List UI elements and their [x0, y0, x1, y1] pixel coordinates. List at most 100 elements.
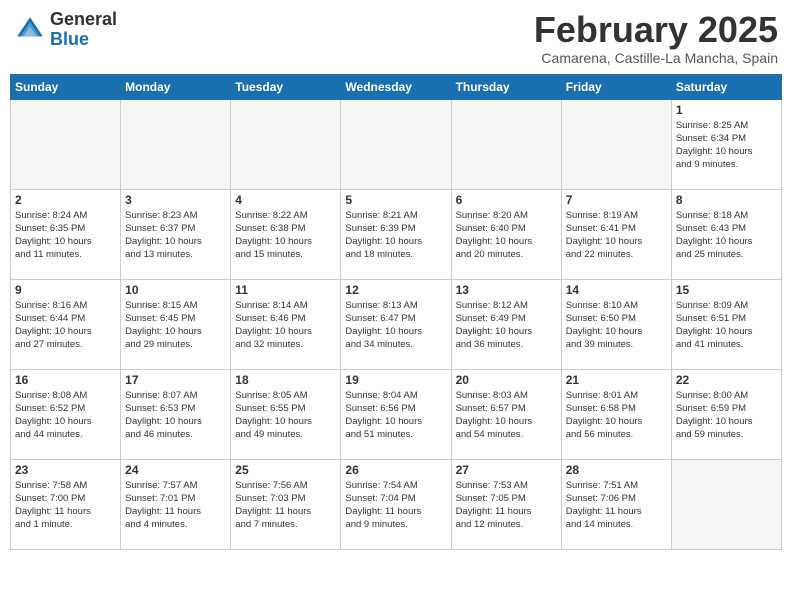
day-number: 4 — [235, 193, 336, 207]
calendar-cell — [671, 459, 781, 549]
calendar-cell: 10 Sunrise: 8:15 AM Sunset: 6:45 PM Dayli… — [121, 279, 231, 369]
logo-icon — [14, 14, 46, 46]
day-info: Sunrise: 7:54 AM Sunset: 7:04 PM Dayligh… — [345, 479, 446, 532]
calendar-cell: 24 Sunrise: 7:57 AM Sunset: 7:01 PM Dayli… — [121, 459, 231, 549]
day-info: Sunrise: 8:24 AM Sunset: 6:35 PM Dayligh… — [15, 209, 116, 262]
day-number: 14 — [566, 283, 667, 297]
day-info: Sunrise: 8:00 AM Sunset: 6:59 PM Dayligh… — [676, 389, 777, 442]
day-number: 24 — [125, 463, 226, 477]
calendar-cell: 4 Sunrise: 8:22 AM Sunset: 6:38 PM Daylig… — [231, 189, 341, 279]
calendar-cell — [451, 99, 561, 189]
calendar-cell — [231, 99, 341, 189]
day-number: 18 — [235, 373, 336, 387]
day-number: 26 — [345, 463, 446, 477]
day-number: 8 — [676, 193, 777, 207]
day-info: Sunrise: 7:57 AM Sunset: 7:01 PM Dayligh… — [125, 479, 226, 532]
day-number: 23 — [15, 463, 116, 477]
day-info: Sunrise: 8:01 AM Sunset: 6:58 PM Dayligh… — [566, 389, 667, 442]
day-info: Sunrise: 7:56 AM Sunset: 7:03 PM Dayligh… — [235, 479, 336, 532]
day-info: Sunrise: 8:20 AM Sunset: 6:40 PM Dayligh… — [456, 209, 557, 262]
calendar-cell: 28 Sunrise: 7:51 AM Sunset: 7:06 PM Dayli… — [561, 459, 671, 549]
calendar-cell: 25 Sunrise: 7:56 AM Sunset: 7:03 PM Dayli… — [231, 459, 341, 549]
day-number: 22 — [676, 373, 777, 387]
day-number: 7 — [566, 193, 667, 207]
day-number: 13 — [456, 283, 557, 297]
calendar-cell: 12 Sunrise: 8:13 AM Sunset: 6:47 PM Dayli… — [341, 279, 451, 369]
day-info: Sunrise: 8:14 AM Sunset: 6:46 PM Dayligh… — [235, 299, 336, 352]
calendar-cell: 14 Sunrise: 8:10 AM Sunset: 6:50 PM Dayli… — [561, 279, 671, 369]
weekday-header-row: SundayMondayTuesdayWednesdayThursdayFrid… — [11, 74, 782, 99]
calendar-cell: 23 Sunrise: 7:58 AM Sunset: 7:00 PM Dayli… — [11, 459, 121, 549]
calendar-cell: 19 Sunrise: 8:04 AM Sunset: 6:56 PM Dayli… — [341, 369, 451, 459]
day-number: 1 — [676, 103, 777, 117]
day-number: 9 — [15, 283, 116, 297]
day-number: 21 — [566, 373, 667, 387]
calendar-cell — [561, 99, 671, 189]
calendar-cell: 5Sunrise: 8:21 AM Sunset: 6:39 PM Daylig… — [341, 189, 451, 279]
calendar-cell — [121, 99, 231, 189]
day-number: 12 — [345, 283, 446, 297]
calendar-cell: 7Sunrise: 8:19 AM Sunset: 6:41 PM Daylig… — [561, 189, 671, 279]
day-number: 16 — [15, 373, 116, 387]
week-row-1: 1 Sunrise: 8:25 AM Sunset: 6:34 PM Daylig… — [11, 99, 782, 189]
calendar-cell: 6 Sunrise: 8:20 AM Sunset: 6:40 PM Daylig… — [451, 189, 561, 279]
day-info: Sunrise: 8:18 AM Sunset: 6:43 PM Dayligh… — [676, 209, 777, 262]
weekday-header-saturday: Saturday — [671, 74, 781, 99]
day-info: Sunrise: 8:23 AM Sunset: 6:37 PM Dayligh… — [125, 209, 226, 262]
day-info: Sunrise: 7:51 AM Sunset: 7:06 PM Dayligh… — [566, 479, 667, 532]
day-number: 19 — [345, 373, 446, 387]
weekday-header-sunday: Sunday — [11, 74, 121, 99]
calendar-cell: 2 Sunrise: 8:24 AM Sunset: 6:35 PM Daylig… — [11, 189, 121, 279]
calendar-cell: 11Sunrise: 8:14 AM Sunset: 6:46 PM Dayli… — [231, 279, 341, 369]
page-header: General Blue February 2025 Camarena, Cas… — [10, 10, 782, 66]
week-row-5: 23 Sunrise: 7:58 AM Sunset: 7:00 PM Dayli… — [11, 459, 782, 549]
day-number: 20 — [456, 373, 557, 387]
logo: General Blue — [14, 10, 117, 50]
calendar-cell: 27Sunrise: 7:53 AM Sunset: 7:05 PM Dayli… — [451, 459, 561, 549]
calendar-cell: 26 Sunrise: 7:54 AM Sunset: 7:04 PM Dayli… — [341, 459, 451, 549]
calendar-cell: 15 Sunrise: 8:09 AM Sunset: 6:51 PM Dayli… — [671, 279, 781, 369]
weekday-header-friday: Friday — [561, 74, 671, 99]
day-info: Sunrise: 8:22 AM Sunset: 6:38 PM Dayligh… — [235, 209, 336, 262]
title-block: February 2025 Camarena, Castille-La Manc… — [534, 10, 778, 66]
calendar-cell: 21 Sunrise: 8:01 AM Sunset: 6:58 PM Dayli… — [561, 369, 671, 459]
week-row-4: 16 Sunrise: 8:08 AM Sunset: 6:52 PM Dayli… — [11, 369, 782, 459]
day-info: Sunrise: 7:58 AM Sunset: 7:00 PM Dayligh… — [15, 479, 116, 532]
day-info: Sunrise: 8:08 AM Sunset: 6:52 PM Dayligh… — [15, 389, 116, 442]
day-info: Sunrise: 8:12 AM Sunset: 6:49 PM Dayligh… — [456, 299, 557, 352]
calendar-cell: 1 Sunrise: 8:25 AM Sunset: 6:34 PM Daylig… — [671, 99, 781, 189]
day-info: Sunrise: 8:13 AM Sunset: 6:47 PM Dayligh… — [345, 299, 446, 352]
day-number: 25 — [235, 463, 336, 477]
location-text: Camarena, Castille-La Mancha, Spain — [534, 50, 778, 66]
calendar-table: SundayMondayTuesdayWednesdayThursdayFrid… — [10, 74, 782, 550]
day-number: 10 — [125, 283, 226, 297]
day-number: 3 — [125, 193, 226, 207]
day-info: Sunrise: 8:04 AM Sunset: 6:56 PM Dayligh… — [345, 389, 446, 442]
day-number: 17 — [125, 373, 226, 387]
day-info: Sunrise: 8:10 AM Sunset: 6:50 PM Dayligh… — [566, 299, 667, 352]
day-info: Sunrise: 8:03 AM Sunset: 6:57 PM Dayligh… — [456, 389, 557, 442]
logo-blue-text: Blue — [50, 30, 117, 50]
calendar-cell: 18 Sunrise: 8:05 AM Sunset: 6:55 PM Dayli… — [231, 369, 341, 459]
day-number: 6 — [456, 193, 557, 207]
calendar-cell — [341, 99, 451, 189]
day-info: Sunrise: 8:25 AM Sunset: 6:34 PM Dayligh… — [676, 119, 777, 172]
day-info: Sunrise: 8:09 AM Sunset: 6:51 PM Dayligh… — [676, 299, 777, 352]
day-number: 27 — [456, 463, 557, 477]
day-number: 15 — [676, 283, 777, 297]
calendar-cell: 3 Sunrise: 8:23 AM Sunset: 6:37 PM Daylig… — [121, 189, 231, 279]
calendar-cell: 9Sunrise: 8:16 AM Sunset: 6:44 PM Daylig… — [11, 279, 121, 369]
weekday-header-wednesday: Wednesday — [341, 74, 451, 99]
day-info: Sunrise: 8:05 AM Sunset: 6:55 PM Dayligh… — [235, 389, 336, 442]
week-row-2: 2 Sunrise: 8:24 AM Sunset: 6:35 PM Daylig… — [11, 189, 782, 279]
weekday-header-tuesday: Tuesday — [231, 74, 341, 99]
day-number: 28 — [566, 463, 667, 477]
calendar-cell: 17Sunrise: 8:07 AM Sunset: 6:53 PM Dayli… — [121, 369, 231, 459]
calendar-cell: 8 Sunrise: 8:18 AM Sunset: 6:43 PM Daylig… — [671, 189, 781, 279]
weekday-header-thursday: Thursday — [451, 74, 561, 99]
calendar-cell: 16 Sunrise: 8:08 AM Sunset: 6:52 PM Dayli… — [11, 369, 121, 459]
day-info: Sunrise: 8:21 AM Sunset: 6:39 PM Dayligh… — [345, 209, 446, 262]
day-number: 2 — [15, 193, 116, 207]
day-info: Sunrise: 8:15 AM Sunset: 6:45 PM Dayligh… — [125, 299, 226, 352]
month-title: February 2025 — [534, 10, 778, 50]
